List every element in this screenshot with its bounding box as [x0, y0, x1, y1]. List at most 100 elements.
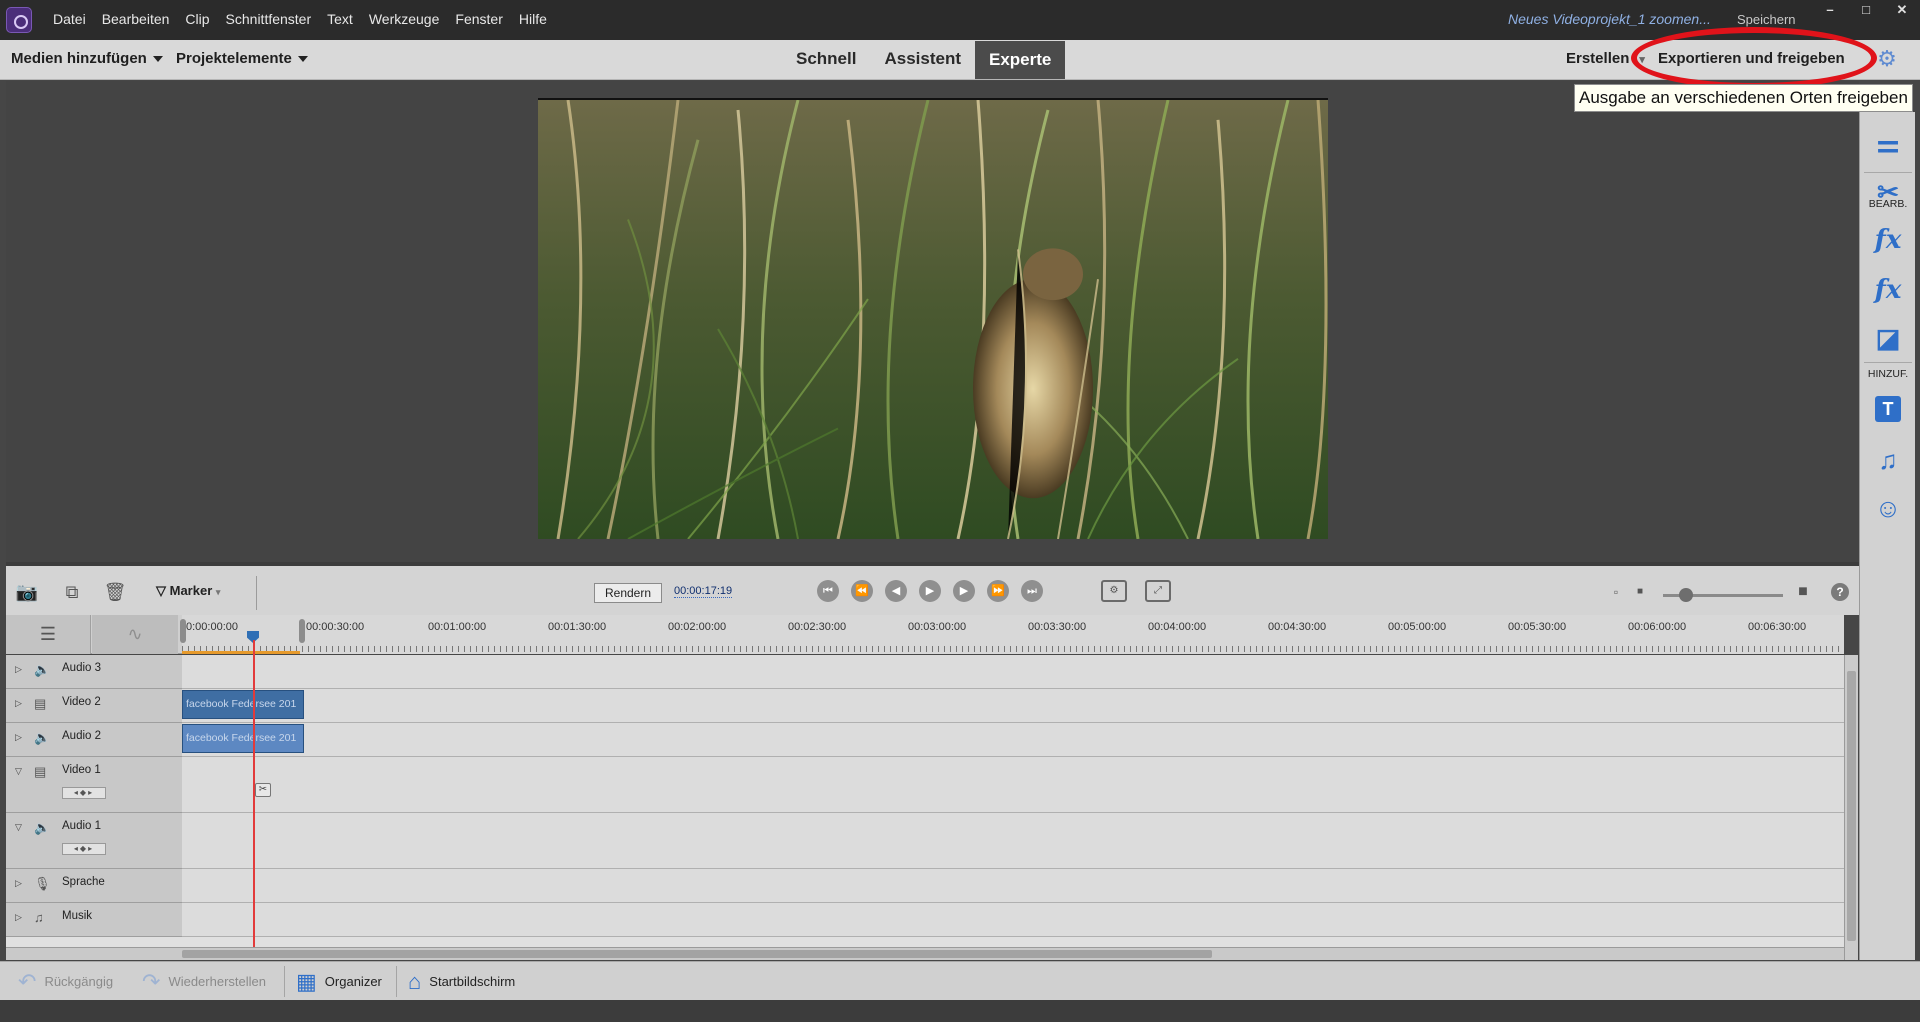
film-icon[interactable]: ▤	[34, 764, 46, 780]
time-ruler[interactable]: 0:00:00:00 00:00:30:00 00:01:00:00 00:01…	[180, 615, 1844, 654]
help-icon[interactable]: ?	[1831, 583, 1849, 601]
track-name: Video 2	[62, 696, 101, 708]
home-screen-button[interactable]: ⌂ Startbildschirm	[408, 962, 515, 1001]
create-button[interactable]: Erstellen	[1566, 50, 1645, 67]
minimize-button[interactable]: –	[1812, 0, 1848, 20]
track-header-audio-1[interactable]: ▽ 🔈 Audio 1 ◂◆▸	[6, 813, 182, 869]
add-media-dropdown[interactable]: Medien hinzufügen	[11, 50, 163, 67]
maximize-button[interactable]: □	[1848, 0, 1884, 20]
horizontal-scroll-thumb[interactable]	[182, 950, 1212, 958]
expand-icon[interactable]: ▷	[15, 878, 22, 889]
keyframe-controls[interactable]: ◂◆▸	[62, 843, 106, 855]
work-area-start-handle[interactable]	[180, 619, 186, 643]
keyframe-controls[interactable]: ◂◆▸	[62, 787, 106, 799]
film-icon[interactable]: ▤	[34, 696, 46, 712]
zoom-in-icon[interactable]: ■	[1791, 580, 1815, 604]
timeline-zoom-slider[interactable]	[1663, 588, 1783, 602]
undo-button[interactable]: ↶ Rückgängig	[18, 962, 113, 1001]
collapse-icon[interactable]: ▽	[15, 822, 22, 833]
timecode-display[interactable]: 00:00:17:19	[674, 585, 733, 598]
zoom-slider-handle[interactable]	[1678, 588, 1693, 602]
expand-icon[interactable]: ▷	[15, 698, 22, 709]
work-area-end-handle[interactable]	[299, 619, 305, 643]
vertical-scrollbar[interactable]	[1844, 655, 1858, 960]
redo-button[interactable]: ↷ Wiederherstellen	[142, 962, 266, 1001]
microphone-icon[interactable]: 🎙	[34, 876, 51, 892]
step-back-icon[interactable]: ◀	[885, 580, 907, 602]
render-button[interactable]: Rendern	[594, 583, 662, 603]
titles-text-icon[interactable]: T	[1875, 396, 1901, 422]
speaker-icon[interactable]: 🔈	[34, 730, 50, 746]
adjust-sliders-icon[interactable]: ⚌	[1872, 127, 1904, 159]
track-lane-musik[interactable]	[182, 903, 1844, 937]
menu-schnittfenster[interactable]: Schnittfenster	[226, 11, 312, 27]
expand-icon[interactable]: ▷	[15, 912, 22, 923]
mode-tabs: Schnell Assistent Experte	[782, 40, 1066, 80]
track-lane-video-2[interactable]: facebook Federsee 201	[182, 689, 1844, 723]
go-to-end-icon[interactable]: ⏭	[1021, 580, 1043, 602]
horizontal-scrollbar[interactable]	[6, 947, 1844, 960]
track-lane-audio-1[interactable]	[182, 813, 1844, 869]
menu-datei[interactable]: Datei	[53, 11, 86, 27]
marker-dropdown[interactable]: ▽ Marker ▾	[156, 583, 220, 599]
fullscreen-icon[interactable]: ⤢	[1145, 580, 1171, 602]
ruler-label: 0:00:00:00	[186, 621, 238, 633]
clip-split-icon[interactable]: ⧉	[60, 580, 84, 604]
tab-schnell[interactable]: Schnell	[782, 40, 870, 80]
audio-clip[interactable]: facebook Federsee 201	[182, 724, 304, 753]
close-button[interactable]: ✕	[1884, 0, 1920, 20]
track-lane-audio-2[interactable]: facebook Federsee 201	[182, 723, 1844, 757]
speaker-icon[interactable]: 🔈	[34, 662, 50, 678]
next-edit-icon[interactable]: ⏩	[987, 580, 1009, 602]
track-lane-audio-3[interactable]	[182, 655, 1844, 689]
track-header-audio-2[interactable]: ▷ 🔈 Audio 2	[6, 723, 182, 757]
tab-assistent[interactable]: Assistent	[870, 40, 975, 80]
menu-werkzeuge[interactable]: Werkzeuge	[369, 11, 440, 27]
menu-bearbeiten[interactable]: Bearbeiten	[102, 11, 170, 27]
graphics-smiley-icon[interactable]: ☺	[1872, 492, 1904, 524]
export-share-button[interactable]: Exportieren und freigeben	[1658, 50, 1845, 67]
camera-icon[interactable]: 📷	[15, 580, 39, 604]
vertical-scroll-thumb[interactable]	[1847, 671, 1856, 941]
play-icon[interactable]: ▶	[919, 580, 941, 602]
music-icon[interactable]: ♫	[1872, 444, 1904, 476]
go-to-start-icon[interactable]: ⏮	[817, 580, 839, 602]
audio-waveform-icon[interactable]: ∿	[92, 615, 178, 654]
track-header-sprache[interactable]: ▷ 🎙 Sprache	[6, 869, 182, 903]
trash-icon[interactable]: 🗑	[103, 580, 127, 604]
music-note-icon[interactable]: ♫	[34, 910, 44, 925]
effects-icon[interactable]: fx	[1872, 274, 1904, 306]
speaker-icon[interactable]: 🔈	[34, 820, 50, 836]
save-button[interactable]: Speichern	[1737, 12, 1796, 27]
track-lane-sprache[interactable]	[182, 869, 1844, 903]
menu-hilfe[interactable]: Hilfe	[519, 11, 547, 27]
video-clip[interactable]: facebook Federsee 201	[182, 690, 304, 719]
menu-fenster[interactable]: Fenster	[455, 11, 502, 27]
collapse-icon[interactable]: ▽	[15, 766, 22, 777]
expand-icon[interactable]: ▷	[15, 664, 22, 675]
work-area-bar[interactable]	[182, 651, 300, 654]
track-header-audio-3[interactable]: ▷ 🔈 Audio 3	[6, 655, 182, 689]
track-settings-icon[interactable]: ☰	[6, 615, 91, 654]
zoom-out-icon[interactable]: ▫	[1604, 580, 1628, 604]
menu-clip[interactable]: Clip	[185, 11, 209, 27]
track-header-video-1[interactable]: ▽ ▤ Video 1 ◂◆▸	[6, 757, 182, 813]
transitions-icon[interactable]: ◪	[1872, 322, 1904, 354]
menu-text[interactable]: Text	[327, 11, 353, 27]
track-header-musik[interactable]: ▷ ♫ Musik	[6, 903, 182, 937]
monitor-settings-icon[interactable]: ⚙	[1101, 580, 1127, 602]
track-lane-video-1[interactable]: ✂	[182, 757, 1844, 813]
step-forward-icon[interactable]: ▶	[953, 580, 975, 602]
project-assets-dropdown[interactable]: Projektelemente	[176, 50, 308, 67]
expand-icon[interactable]: ▷	[15, 732, 22, 743]
tab-experte[interactable]: Experte	[975, 41, 1066, 79]
applied-effects-icon[interactable]: fx	[1872, 224, 1904, 256]
scissors-icon[interactable]: ✂	[255, 783, 271, 797]
playhead-line[interactable]	[253, 640, 255, 947]
track-header-video-2[interactable]: ▷ ▤ Video 2	[6, 689, 182, 723]
organizer-button[interactable]: ▦ Organizer	[296, 962, 382, 1001]
video-preview[interactable]	[538, 98, 1328, 539]
previous-edit-icon[interactable]: ⏪	[851, 580, 873, 602]
gear-icon[interactable]: ⚙	[1876, 48, 1898, 70]
zoom-small-icon[interactable]: ■	[1628, 580, 1652, 604]
